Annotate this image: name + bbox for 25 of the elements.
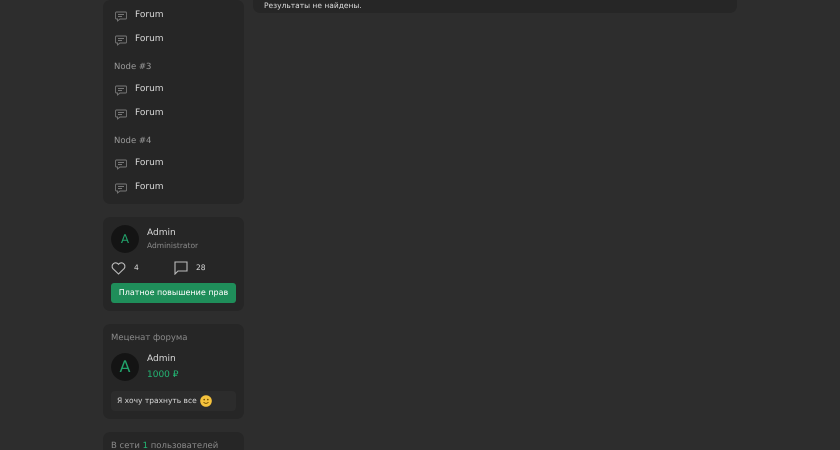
chat-icon: [115, 158, 127, 170]
patron-title: Меценат форума: [111, 332, 189, 345]
forum-link[interactable]: Forum: [135, 83, 164, 97]
message-icon: [174, 261, 188, 275]
chat-icon: [115, 84, 127, 96]
node-title: Node #4: [114, 135, 152, 148]
heart-icon: [111, 262, 126, 274]
forum-link[interactable]: Forum: [135, 9, 164, 23]
chat-icon: [115, 182, 127, 194]
patron-name[interactable]: Admin: [147, 352, 178, 366]
avatar: A: [111, 225, 139, 253]
forum-link[interactable]: Forum: [135, 157, 164, 171]
upgrade-button[interactable]: Платное повышение прав: [111, 283, 236, 303]
node-title: Node #3: [114, 61, 152, 74]
user-name[interactable]: Admin: [147, 226, 198, 240]
chat-icon: [115, 108, 127, 120]
chat-icon: [115, 34, 127, 46]
online-users-title: В сети 1 пользователей: [111, 440, 220, 450]
donation-amount: 1000 ₽: [147, 369, 178, 382]
smiley-icon: [200, 394, 212, 407]
forum-link[interactable]: Forum: [135, 181, 164, 195]
avatar: A: [111, 352, 139, 381]
chat-icon: [115, 10, 127, 22]
forum-link[interactable]: Forum: [135, 33, 164, 47]
forum-link[interactable]: Forum: [135, 107, 164, 121]
